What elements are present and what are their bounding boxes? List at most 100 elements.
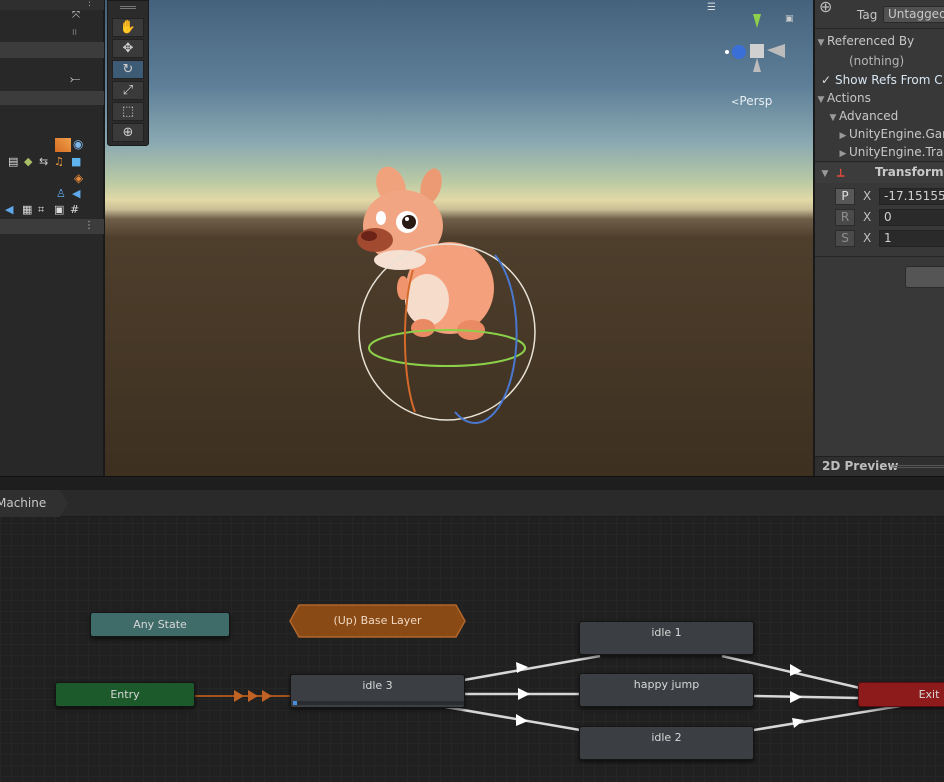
tool-palette: ✋ ✥ ↻ ⤢ ⬚ ⊕ — [107, 0, 149, 146]
position-toggle-button[interactable]: P — [835, 188, 855, 205]
panel-row[interactable] — [0, 91, 104, 105]
idle2-state-node[interactable]: idle 2 — [579, 726, 754, 760]
kebab-menu-icon[interactable]: ⋮ — [85, 0, 94, 8]
transition-line[interactable] — [753, 694, 861, 700]
eye-left — [376, 211, 386, 225]
rotation-x-field[interactable]: 0 — [879, 209, 944, 226]
advanced-foldout[interactable]: ▼ Advanced — [815, 107, 944, 125]
add-component-button[interactable] — [905, 266, 944, 288]
crop-icon[interactable]: ⌗ — [38, 204, 44, 216]
hand-tool-button[interactable]: ✋ — [112, 18, 144, 37]
transition-line[interactable] — [439, 704, 581, 732]
hierarchy-panel: ⋮ ⤧ ⁝⁝ ⤚ ◉ ▤ ◆ ⇆ ♫ ■ ◈ ♙ ◀ ◀ ▦ ⌗ ▣ # ⋮ — [0, 0, 104, 476]
grid-icon[interactable]: ▦ — [22, 204, 32, 216]
eye-highlight — [405, 217, 409, 221]
transform-header[interactable]: ▼ ⟂ Transform — [815, 163, 944, 183]
inspector-panel: ⊕ Tag Untagged ▼ Referenced By (nothing) … — [814, 0, 944, 476]
preview-bar[interactable]: 2D Preview — [815, 456, 944, 476]
orientation-gizmo[interactable] — [717, 10, 787, 82]
gizmo-down-axis[interactable] — [753, 58, 761, 72]
scene-view[interactable]: ✋ ✥ ↻ ⤢ ⬚ ⊕ ☰ ▣ <Persp — [105, 0, 813, 476]
move-icon: ✥ — [122, 41, 134, 56]
idle3-label: idle 3 — [362, 679, 393, 692]
material-icon[interactable] — [55, 138, 71, 152]
camera-icon[interactable]: ◉ — [73, 138, 83, 150]
show-refs-toggle[interactable]: ✓ Show Refs From C — [815, 71, 944, 89]
terrain-icon[interactable]: ◆ — [24, 156, 32, 168]
audio-source-icon[interactable]: ◀ — [5, 204, 13, 216]
gizmo-center[interactable] — [750, 44, 764, 58]
transition-arrow — [248, 690, 258, 702]
base-layer-hexagon[interactable] — [289, 604, 466, 638]
engine-item-2[interactable]: ▶ UnityEngine.Tran — [815, 143, 944, 161]
happy-jump-state-node[interactable]: happy jump — [579, 673, 754, 707]
character-model[interactable] — [345, 160, 545, 430]
transition-arrow — [234, 690, 244, 702]
person-icon[interactable]: ♙ — [56, 188, 66, 200]
rotation-y-ring[interactable] — [368, 329, 526, 367]
splitter[interactable] — [0, 476, 944, 490]
persp-label[interactable]: <Persp — [731, 94, 772, 108]
frame-icon[interactable]: ▣ — [54, 204, 64, 216]
move-tool-button[interactable]: ✥ — [112, 39, 144, 58]
shrink-icon[interactable]: ⤧ — [72, 10, 80, 22]
foldout-arrow-icon[interactable]: ▼ — [815, 34, 827, 52]
gizmo-z-axis[interactable] — [732, 45, 746, 59]
scene-menu-icon[interactable]: ☰ — [707, 2, 716, 13]
entry-node[interactable]: Entry — [55, 682, 195, 707]
idle1-state-node[interactable]: idle 1 — [579, 621, 754, 655]
animator-graph[interactable]: Machine Any State (Up) Base Layer Entry … — [0, 490, 944, 782]
position-x-field[interactable]: -17.15155 — [879, 188, 944, 205]
palette-drag-handle[interactable] — [120, 6, 136, 9]
lock-icon[interactable]: ▣ — [785, 14, 794, 24]
idle3-state-node[interactable]: idle 3 — [290, 674, 465, 708]
preview-drag-handle[interactable] — [893, 465, 944, 468]
divider — [815, 256, 944, 257]
muzzle — [357, 228, 393, 252]
transition-arrow — [790, 691, 802, 703]
kebab-menu-icon[interactable]: ⋮ — [84, 220, 94, 231]
show-refs-label: Show Refs From C — [835, 73, 943, 87]
headphones-icon[interactable]: ♫ — [54, 156, 64, 168]
referenced-by-foldout[interactable]: ▼ Referenced By — [815, 32, 944, 50]
divider — [815, 28, 944, 29]
advanced-label: Advanced — [839, 109, 899, 123]
gizmo-x-axis[interactable] — [767, 44, 785, 58]
state-progress-fill — [293, 701, 297, 705]
panel-row[interactable] — [0, 42, 104, 58]
scale-x-field[interactable]: 1 — [879, 230, 944, 247]
rect-tool-button[interactable]: ⬚ — [112, 102, 144, 121]
rect-icon: ⬚ — [121, 104, 135, 119]
transition-arrow — [262, 690, 272, 702]
rotate-icon: ↻ — [122, 62, 134, 77]
any-state-node[interactable]: Any State — [90, 612, 230, 637]
gizmo-y-axis[interactable] — [753, 14, 761, 28]
transform-title: Transform — [875, 165, 944, 179]
video-icon[interactable]: ■ — [71, 156, 81, 168]
scale-tool-button[interactable]: ⤢ — [112, 81, 144, 100]
engine-item-1[interactable]: ▶ UnityEngine.Gam — [815, 125, 944, 143]
rotation-toggle-button[interactable]: R — [835, 209, 855, 226]
referenced-by-label: Referenced By — [827, 34, 915, 48]
checkmark-icon[interactable]: ✓ — [815, 71, 835, 89]
object-icon: ⊕ — [819, 0, 833, 16]
transform-tool-button[interactable]: ⊕ — [112, 123, 144, 142]
scale-toggle-button[interactable]: S — [835, 230, 855, 247]
actions-foldout[interactable]: ▼ Actions — [815, 89, 944, 107]
tag-icon[interactable]: ◈ — [74, 172, 83, 184]
transfer-icon[interactable]: ⇆ — [39, 156, 48, 168]
transition-arrow — [518, 688, 530, 700]
rotate-tool-button[interactable]: ↻ — [112, 60, 144, 79]
transition-arrow — [516, 714, 528, 726]
foldout-arrow-icon[interactable]: ▼ — [819, 165, 831, 183]
speaker-icon[interactable]: ◀ — [72, 188, 80, 200]
script-icon[interactable]: ▤ — [8, 156, 18, 168]
branch-icon[interactable]: ⤚ — [70, 73, 80, 86]
hash-icon[interactable]: # — [70, 204, 79, 216]
tag-dropdown[interactable]: Untagged — [883, 6, 944, 23]
panel-row[interactable]: ⋮ — [0, 219, 104, 234]
exit-node[interactable]: Exit — [858, 682, 944, 707]
transition-line[interactable] — [753, 704, 901, 732]
base-layer-node-shape[interactable] — [289, 604, 466, 638]
actions-label: Actions — [827, 91, 871, 105]
